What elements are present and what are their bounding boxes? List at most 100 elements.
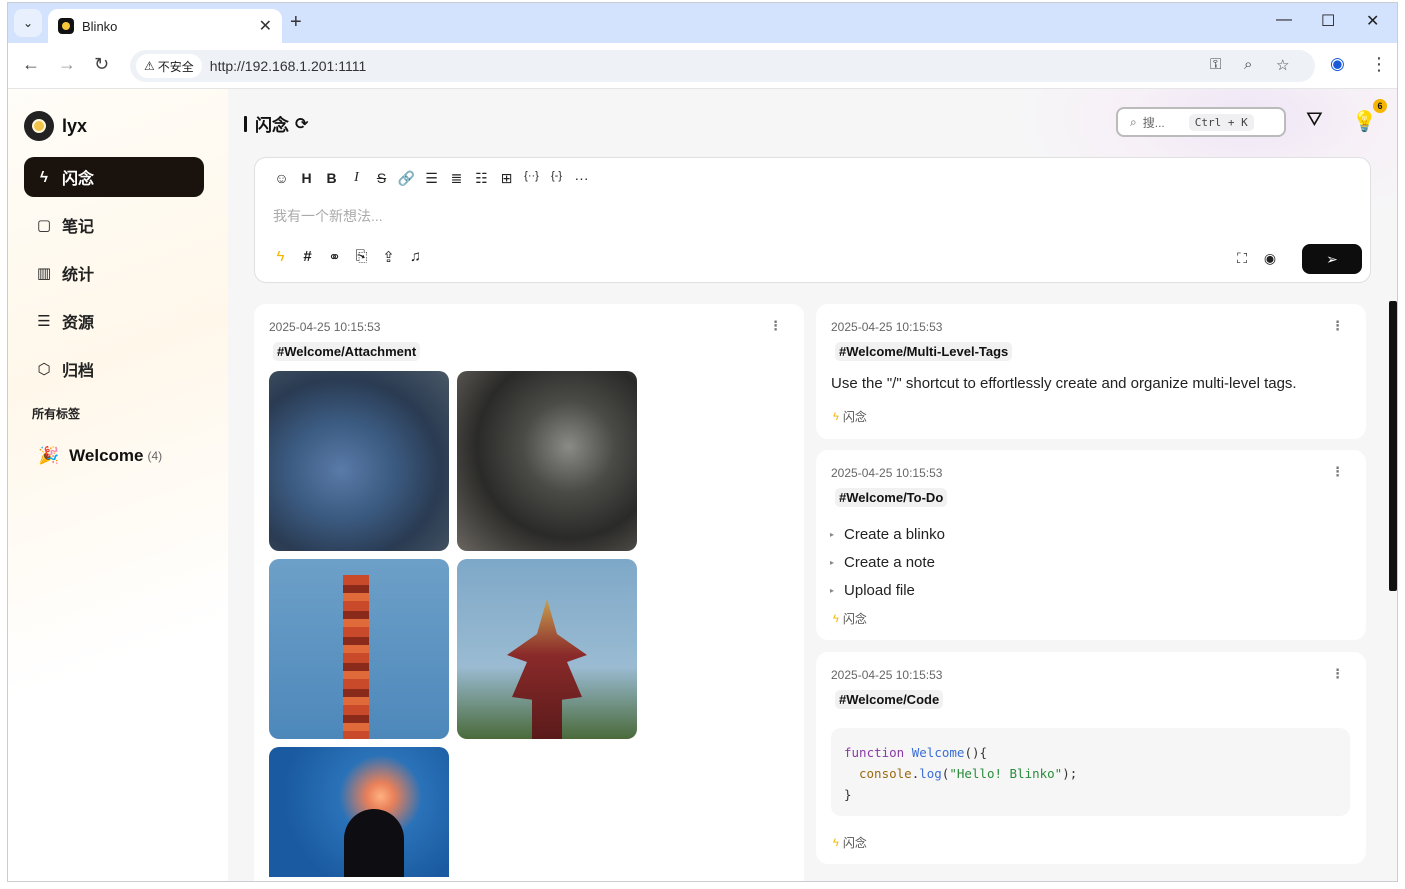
reload-icon[interactable]: ↻ [94, 54, 109, 75]
browser-menu-icon[interactable]: ⋮ [1370, 54, 1388, 75]
tab-bar: ⌄ Blinko ✕ + — ☐ ✕ [8, 3, 1397, 43]
heading-icon[interactable]: H [294, 170, 319, 190]
browser-tab[interactable]: Blinko ✕ [48, 9, 282, 43]
attachment-image-fireworks[interactable] [269, 747, 449, 877]
address-bar[interactable]: ⚠ 不安全 http://192.168.1.201:1111 ⚿ ⌕ ☆ [130, 50, 1315, 82]
maximize-icon[interactable]: ☐ [1321, 11, 1335, 31]
username: lyx [62, 115, 88, 136]
shortcut-ctrl: Ctrl [1194, 115, 1222, 129]
url-text[interactable]: http://192.168.1.201:1111 [210, 58, 366, 74]
code-inline-icon[interactable]: {··} [519, 170, 544, 190]
bold-icon[interactable]: B [319, 170, 344, 190]
zoom-icon[interactable]: ⌕ [1244, 56, 1252, 73]
bullet-list-icon[interactable]: ☰ [419, 170, 444, 190]
note-timestamp: 2025-04-25 10:15:53 [831, 668, 943, 682]
page-title-text: 闪念 [255, 116, 289, 135]
filter-icon[interactable]: ⛛ [1306, 109, 1323, 132]
note-timestamp: 2025-04-25 10:15:53 [831, 466, 943, 480]
tower-shape [343, 575, 369, 739]
sidebar-item-stats[interactable]: ▥ 统计 [24, 253, 204, 293]
scrollbar[interactable] [1389, 301, 1397, 591]
code-block-icon[interactable]: {-} [544, 170, 569, 190]
lightbulb-icon[interactable]: 💡 [1352, 109, 1377, 134]
hashtag-icon[interactable]: # [294, 248, 321, 266]
link-icon[interactable]: 🔗 [394, 170, 419, 190]
close-tab-icon[interactable]: ✕ [259, 16, 272, 36]
send-button[interactable]: ➢ [1302, 244, 1362, 274]
note-tag[interactable]: #Welcome/Multi-Level-Tags [835, 342, 1013, 361]
todo-text: Upload file [844, 581, 915, 599]
flash-icon[interactable]: ϟ [267, 248, 294, 266]
note-text: Use the "/" shortcut to effortlessly cre… [831, 375, 1297, 392]
emoji-icon[interactable]: ☺ [269, 170, 294, 190]
attachment-icon[interactable]: ⎘ [348, 248, 375, 266]
minimize-icon[interactable]: — [1276, 11, 1292, 29]
note-tag[interactable]: #Welcome/Attachment [273, 342, 421, 361]
code-punct: (){ [964, 745, 988, 760]
note-menu-icon[interactable]: ⋮ [1331, 464, 1344, 480]
attachment-image-tower[interactable] [269, 559, 449, 739]
sidebar-item-flash[interactable]: ϟ 闪念 [24, 157, 204, 197]
code-object: console [859, 766, 912, 781]
forward-icon[interactable]: → [58, 54, 76, 75]
editor-bottom-tools: ϟ # ⚭ ⎘ ⇪ ♫ [267, 248, 429, 266]
note-menu-icon[interactable]: ⋮ [1331, 318, 1344, 334]
note-timestamp: 2025-04-25 10:15:53 [269, 320, 381, 334]
sidebar-item-resources[interactable]: ☰ 资源 [24, 301, 204, 341]
checklist-icon[interactable]: ☷ [469, 170, 494, 190]
italic-icon[interactable]: I [344, 170, 369, 190]
search-box[interactable]: ⌕ 搜... Ctrl + K [1116, 107, 1286, 137]
note-card-attachment[interactable]: 2025-04-25 10:15:53 ⋮ #Welcome/Attachmen… [254, 304, 804, 881]
note-tag[interactable]: #Welcome/To-Do [835, 488, 948, 507]
new-tab-button[interactable]: + [290, 11, 302, 34]
note-card-code[interactable]: 2025-04-25 10:15:53 ⋮ #Welcome/Code func… [816, 652, 1366, 864]
code-line: function Welcome(){ [844, 742, 1337, 763]
title-accent-bar [244, 115, 247, 132]
voice-icon[interactable]: ♫ [402, 248, 429, 266]
user-profile[interactable]: lyx [24, 111, 87, 141]
attachment-image-hands[interactable] [269, 371, 449, 551]
notification-badge: 6 [1373, 99, 1387, 113]
code-string: "Hello! Blinko" [949, 766, 1063, 781]
upload-icon[interactable]: ⇪ [375, 248, 402, 266]
note-tag[interactable]: #Welcome/Code [835, 690, 944, 709]
attachment-image-pagoda[interactable] [457, 559, 637, 739]
numbered-list-icon[interactable]: ≣ [444, 170, 469, 190]
note-card-multi-level-tags[interactable]: 2025-04-25 10:15:53 ⋮ #Welcome/Multi-Lev… [816, 304, 1366, 439]
sidebar: lyx ϟ 闪念 ▢ 笔记 ▥ 统计 ☰ 资源 ⬡ 归档 所有标签 🎉 Welc… [8, 89, 228, 881]
strikethrough-icon[interactable]: S [369, 170, 394, 190]
party-popper-icon: 🎉 [38, 446, 60, 465]
password-key-icon[interactable]: ⚿ [1210, 56, 1221, 73]
back-icon[interactable]: ← [22, 54, 40, 75]
bullet-icon: ▸ [830, 557, 835, 567]
tab-title: Blinko [82, 18, 118, 34]
code-function: log [919, 766, 942, 781]
list-item: ▸ Create a note [830, 548, 945, 576]
warning-icon: ⚠ [144, 59, 155, 73]
profile-icon[interactable]: ◉ [1330, 54, 1345, 74]
security-indicator[interactable]: ⚠ 不安全 [136, 54, 202, 78]
bookmark-star-icon[interactable]: ☆ [1276, 56, 1289, 74]
sidebar-item-archive[interactable]: ⬡ 归档 [24, 349, 204, 389]
reference-link-icon[interactable]: ⚭ [321, 248, 348, 266]
attachment-image-engine[interactable] [457, 371, 637, 551]
note-menu-icon[interactable]: ⋮ [769, 318, 782, 334]
tab-search-button[interactable]: ⌄ [14, 9, 42, 37]
close-window-icon[interactable]: ✕ [1366, 11, 1379, 31]
database-icon: ☰ [37, 313, 51, 330]
note-menu-icon[interactable]: ⋮ [1331, 666, 1344, 682]
refresh-icon[interactable]: ⟳ [295, 114, 308, 134]
editor-input[interactable]: 我有一个新想法... [273, 206, 383, 226]
sidebar-item-notes[interactable]: ▢ 笔记 [24, 205, 204, 245]
preview-eye-icon[interactable]: ◉ [1256, 250, 1284, 267]
note-footer: ϟ 闪念 [833, 610, 867, 627]
note-editor: ☺ H B I S 🔗 ☰ ≣ ☷ ⊞ {··} {-} ··· 我有一个新想法… [254, 157, 1371, 283]
fullscreen-icon[interactable]: ⛶ [1228, 250, 1256, 267]
table-icon[interactable]: ⊞ [494, 170, 519, 190]
note-card-todo[interactable]: 2025-04-25 10:15:53 ⋮ #Welcome/To-Do ▸ Cr… [816, 450, 1366, 640]
sidebar-tag-welcome[interactable]: 🎉 Welcome (4) [38, 446, 162, 466]
more-icon[interactable]: ··· [569, 170, 594, 190]
note-footer: ϟ 闪念 [833, 408, 867, 425]
sidebar-item-label: 闪念 [62, 171, 95, 188]
chart-icon: ▥ [36, 265, 52, 282]
